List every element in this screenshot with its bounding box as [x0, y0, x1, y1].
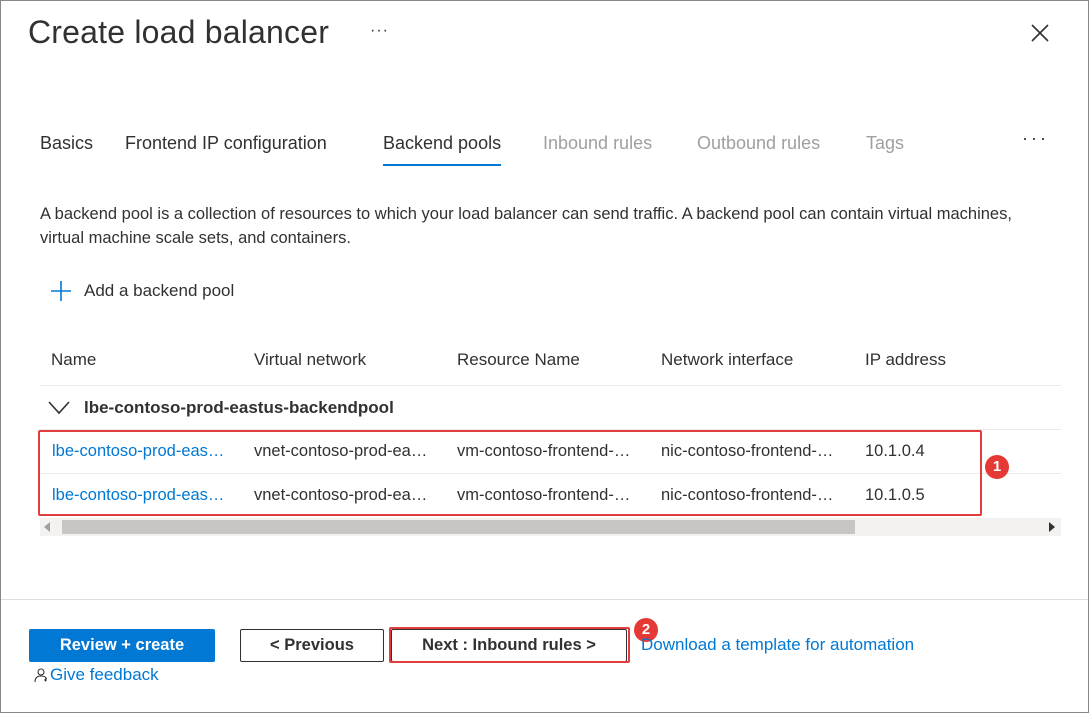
- scrollbar-thumb[interactable]: [62, 520, 855, 534]
- page-title: Create load balancer: [28, 14, 330, 50]
- close-icon[interactable]: [1027, 20, 1053, 46]
- tab-basics[interactable]: Basics: [40, 130, 93, 166]
- give-feedback-label: Give feedback: [50, 665, 159, 684]
- add-backend-pool-button[interactable]: Add a backend pool: [50, 280, 234, 302]
- tab-backend-pools[interactable]: Backend pools: [383, 130, 502, 166]
- horizontal-scrollbar[interactable]: [40, 518, 1061, 536]
- tab-tags: Tags: [866, 133, 905, 153]
- review-create-button[interactable]: Review + create: [29, 629, 215, 662]
- rows-highlight-box: [38, 430, 982, 516]
- chevron-down-icon: [48, 401, 70, 415]
- backend-pool-group-toggle[interactable]: lbe-contoso-prod-eastus-backendpool: [48, 398, 394, 418]
- tab-inbound-rules: Inbound rules: [543, 133, 653, 153]
- previous-button[interactable]: < Previous: [240, 629, 384, 662]
- tabs-overflow-icon[interactable]: ···: [1022, 128, 1049, 149]
- callout-badge-1: 1: [985, 455, 1009, 479]
- title-more-options-icon[interactable]: ···: [370, 22, 389, 40]
- next-button-highlight-box: [389, 627, 630, 663]
- backend-pool-group-label: lbe-contoso-prod-eastus-backendpool: [84, 398, 394, 417]
- download-template-link[interactable]: Download a template for automation: [641, 635, 914, 655]
- give-feedback-link[interactable]: Give feedback: [33, 665, 159, 685]
- column-header-network-interface[interactable]: Network interface: [661, 350, 793, 370]
- column-header-ip-address[interactable]: IP address: [865, 350, 946, 370]
- column-header-resource-name[interactable]: Resource Name: [457, 350, 580, 370]
- feedback-person-icon: [34, 668, 48, 683]
- footer-divider: [1, 599, 1088, 600]
- tab-frontend-ip-configuration[interactable]: Frontend IP configuration: [125, 130, 327, 166]
- scroll-left-icon[interactable]: [44, 522, 50, 532]
- plus-icon: [51, 281, 71, 301]
- tab-outbound-rules: Outbound rules: [697, 133, 821, 153]
- add-backend-pool-label: Add a backend pool: [84, 281, 235, 300]
- header-divider: [40, 385, 1061, 386]
- column-header-name[interactable]: Name: [51, 350, 96, 370]
- column-header-virtual-network[interactable]: Virtual network: [254, 350, 366, 370]
- scroll-right-icon[interactable]: [1049, 522, 1055, 532]
- backend-pool-description: A backend pool is a collection of resour…: [40, 205, 1012, 247]
